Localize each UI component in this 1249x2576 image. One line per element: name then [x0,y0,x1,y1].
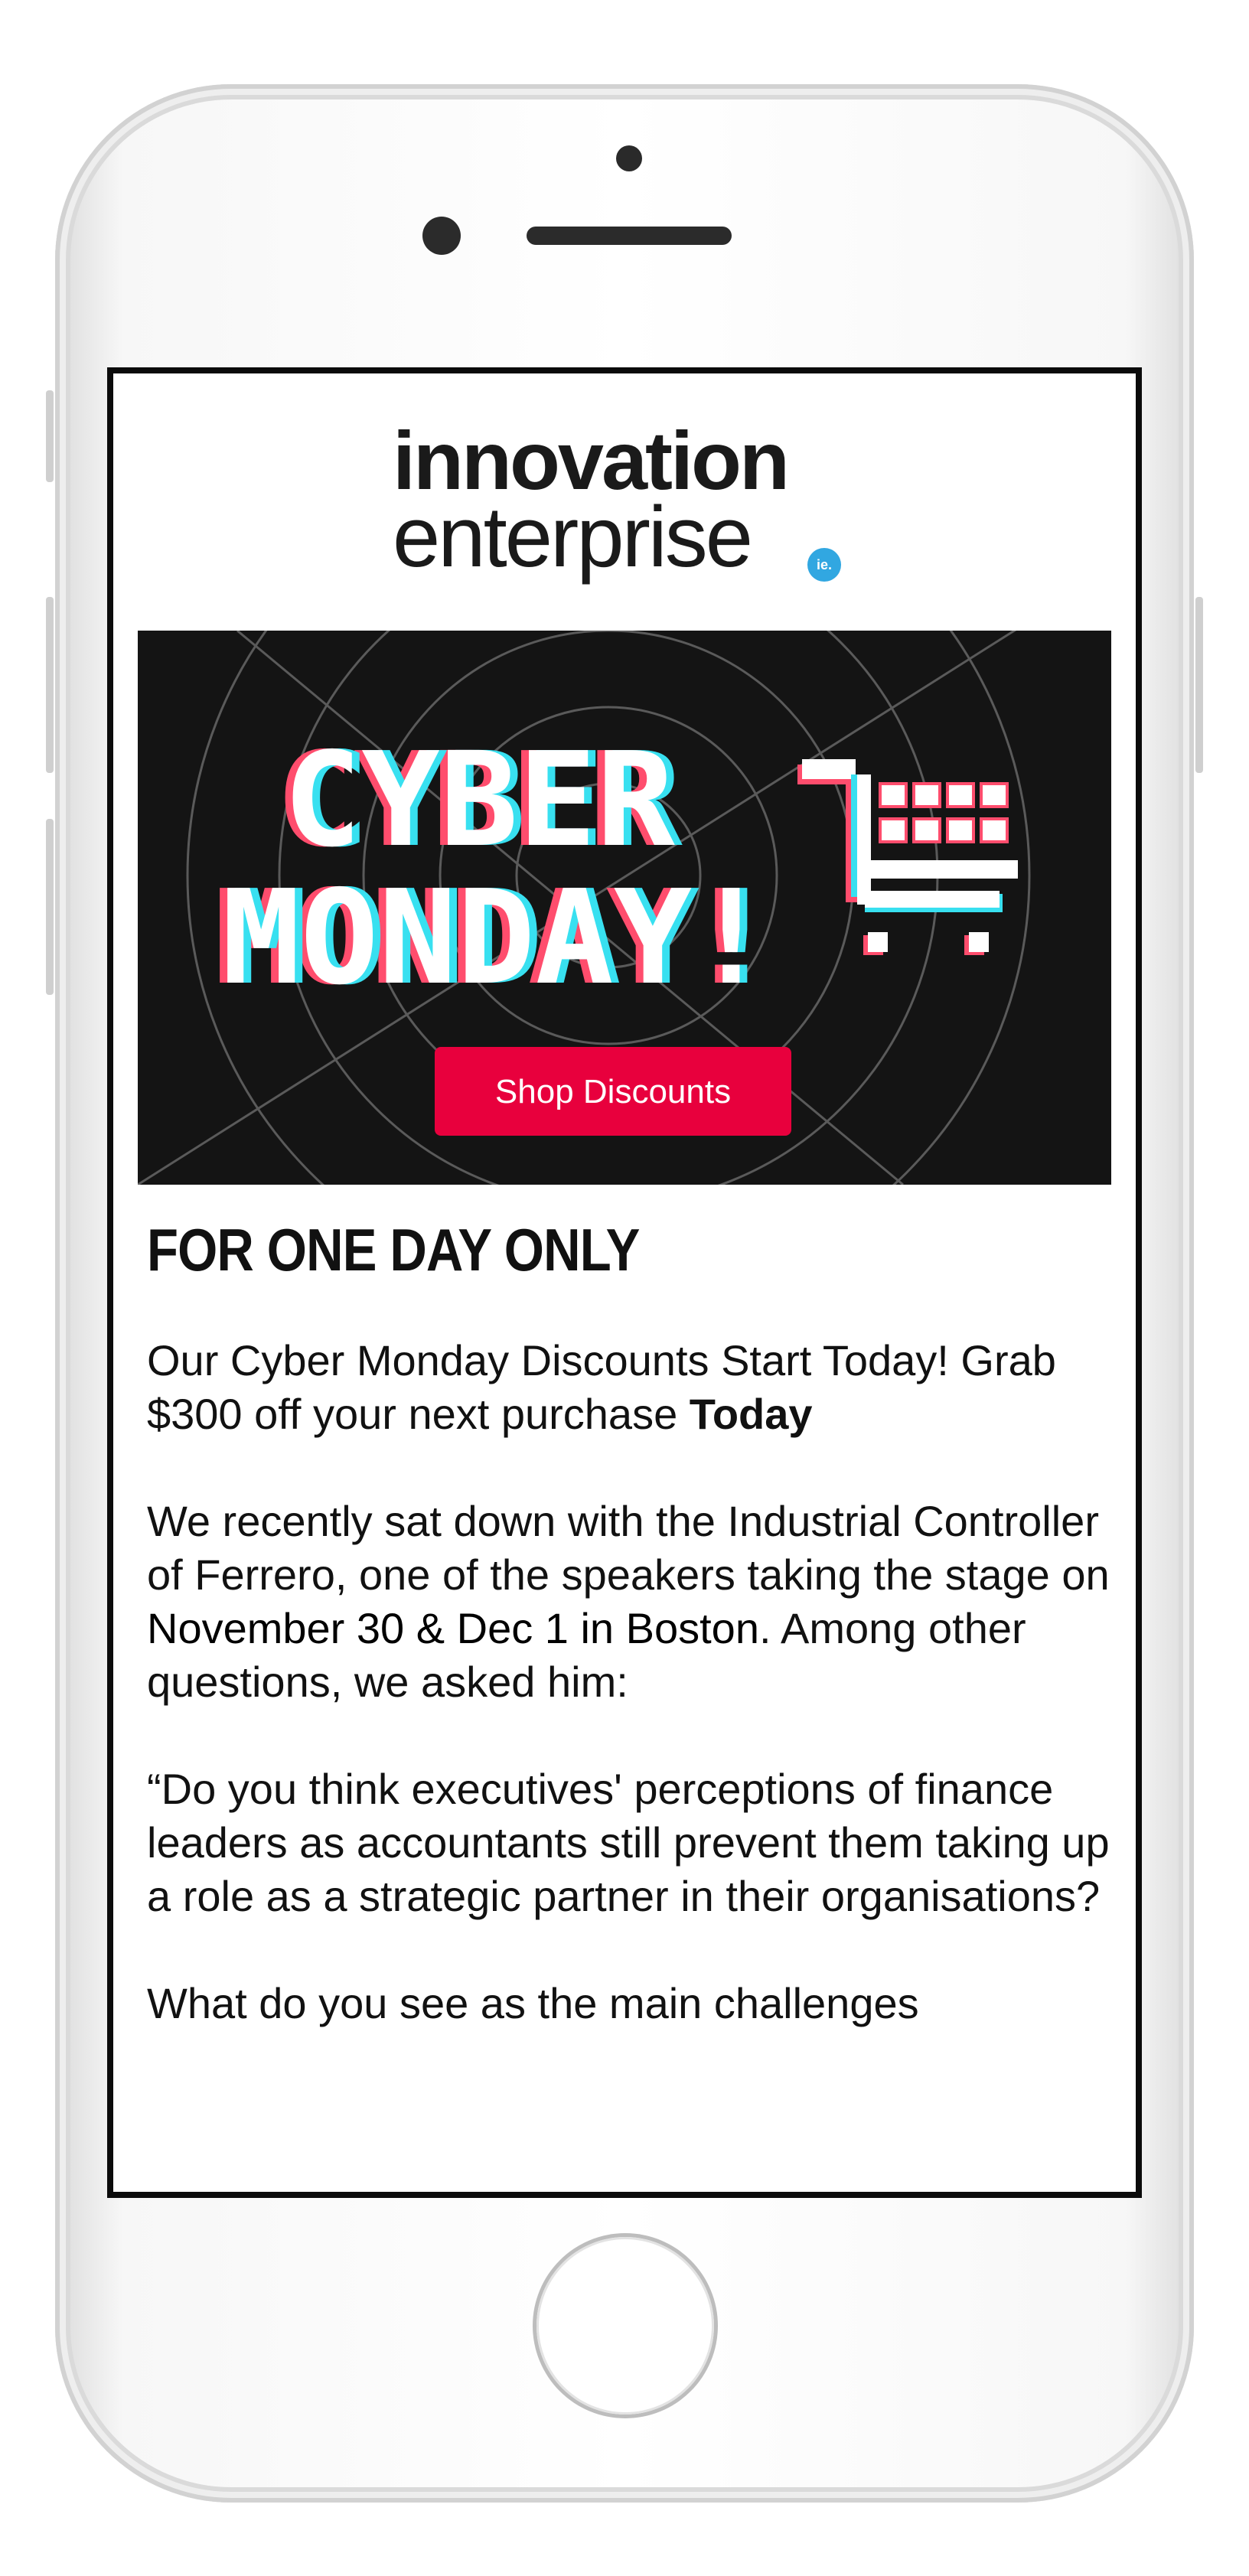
title-line2: MONDAY! [222,862,770,1014]
volume-down-button [46,819,54,995]
logo-line2: enterprise [393,489,753,585]
quote-paragraph: “Do you think executives' perceptions of… [147,1765,1110,1920]
phone-screen: innovation enterprise ie. CYBER CYBER CY… [107,367,1142,2198]
interview-intro-paragraph: We recently sat down with the Industrial… [147,1495,1119,1709]
innovation-enterprise-logo[interactable]: innovation enterprise ie. [393,419,867,595]
email-body: FOR ONE DAY ONLY Our Cyber Monday Discou… [147,1215,1119,2084]
power-button [1195,597,1203,773]
discount-emphasis: Today [689,1390,813,1438]
home-button[interactable] [536,2237,714,2415]
cyber-monday-banner[interactable]: CYBER CYBER CYBER MONDAY! MONDAY! MONDAY… [138,631,1111,1185]
discount-paragraph: Our Cyber Monday Discounts Start Today! … [147,1334,1119,1441]
earpiece-speaker [527,227,732,245]
front-camera [616,145,642,171]
mute-switch [46,390,54,482]
intro-text: We recently sat down with the Industrial… [147,1497,1110,1599]
title-line1: CYBER [283,725,675,876]
logo-badge: ie. [807,548,841,582]
proximity-sensor [422,217,461,255]
shop-discounts-button[interactable]: Shop Discounts [435,1047,791,1136]
discount-text: Our Cyber Monday Discounts Start Today! … [147,1336,1056,1438]
event-date-location: November 30 & Dec 1 in Boston [147,1604,759,1652]
email-heading: FOR ONE DAY ONLY [147,1216,640,1283]
cyber-monday-title: CYBER CYBER CYBER MONDAY! MONDAY! MONDAY… [214,725,778,1014]
cart-icon [797,759,1018,955]
challenges-paragraph: What do you see as the main challenges [147,1979,919,2027]
volume-up-button [46,597,54,773]
